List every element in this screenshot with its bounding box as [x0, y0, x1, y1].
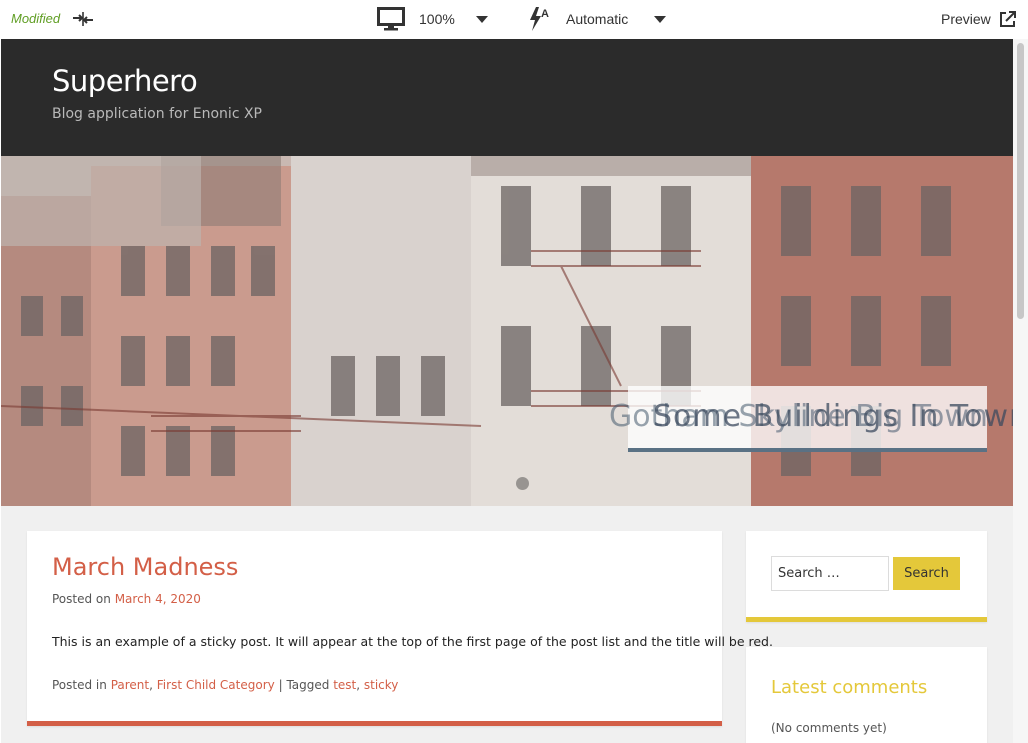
- external-link-icon[interactable]: [998, 9, 1018, 29]
- scrollbar-thumb[interactable]: [1017, 43, 1024, 319]
- site-title[interactable]: Superhero: [52, 64, 198, 98]
- svg-text:A: A: [541, 8, 549, 20]
- category-link[interactable]: First Child Category: [157, 678, 275, 692]
- search-widget: Search: [746, 531, 987, 622]
- tag-link[interactable]: sticky: [364, 678, 399, 692]
- post-card: March Madness Posted on March 4, 2020 Th…: [27, 531, 773, 726]
- editor-toolbar: Modified 100% A Automatic Preview: [0, 0, 1028, 39]
- site-header: Superhero Blog application for Enonic XP: [1, 39, 1013, 156]
- post-excerpt: This is an example of a sticky post. It …: [52, 634, 773, 649]
- zoom-dropdown-icon[interactable]: [476, 16, 488, 23]
- separator: |: [278, 678, 283, 692]
- page-preview-frame: Superhero Blog application for Enonic XP: [1, 39, 1013, 743]
- tag-link[interactable]: test: [333, 678, 356, 692]
- sync-icon[interactable]: [72, 9, 94, 29]
- post-date-link[interactable]: March 4, 2020: [115, 592, 201, 606]
- widget-title: Latest comments: [771, 677, 928, 698]
- hero-slider[interactable]: Gotham Skyline Big Town Some Buildings I…: [1, 156, 1013, 506]
- category-link[interactable]: Parent: [111, 678, 149, 692]
- slide-caption-current: Some Buildings In Town: [653, 399, 1013, 434]
- zoom-level[interactable]: 100%: [419, 11, 455, 27]
- no-comments-text: (No comments yet): [771, 721, 887, 735]
- site-description: Blog application for Enonic XP: [52, 106, 262, 122]
- tagged-label: Tagged: [286, 678, 330, 692]
- post-title[interactable]: March Madness: [52, 553, 238, 581]
- posted-in-label: Posted in: [52, 678, 107, 692]
- modified-status: Modified: [11, 11, 61, 26]
- latest-comments-widget: Latest comments (No comments yet): [746, 647, 987, 743]
- post-footer: Posted in Parent, First Child Category |…: [52, 678, 399, 692]
- search-input[interactable]: [771, 556, 889, 591]
- slider-dot[interactable]: [516, 477, 529, 490]
- render-mode[interactable]: Automatic: [566, 11, 628, 27]
- bolt-icon[interactable]: A: [527, 6, 551, 32]
- hero-image: [1, 156, 1013, 506]
- preview-button[interactable]: Preview: [941, 11, 991, 27]
- scrollbar[interactable]: [1013, 39, 1028, 743]
- search-button[interactable]: Search: [893, 557, 960, 590]
- posted-on-label: Posted on: [52, 592, 111, 606]
- monitor-icon[interactable]: [377, 7, 405, 31]
- post-meta: Posted on March 4, 2020: [52, 592, 201, 606]
- mode-dropdown-icon[interactable]: [654, 16, 666, 23]
